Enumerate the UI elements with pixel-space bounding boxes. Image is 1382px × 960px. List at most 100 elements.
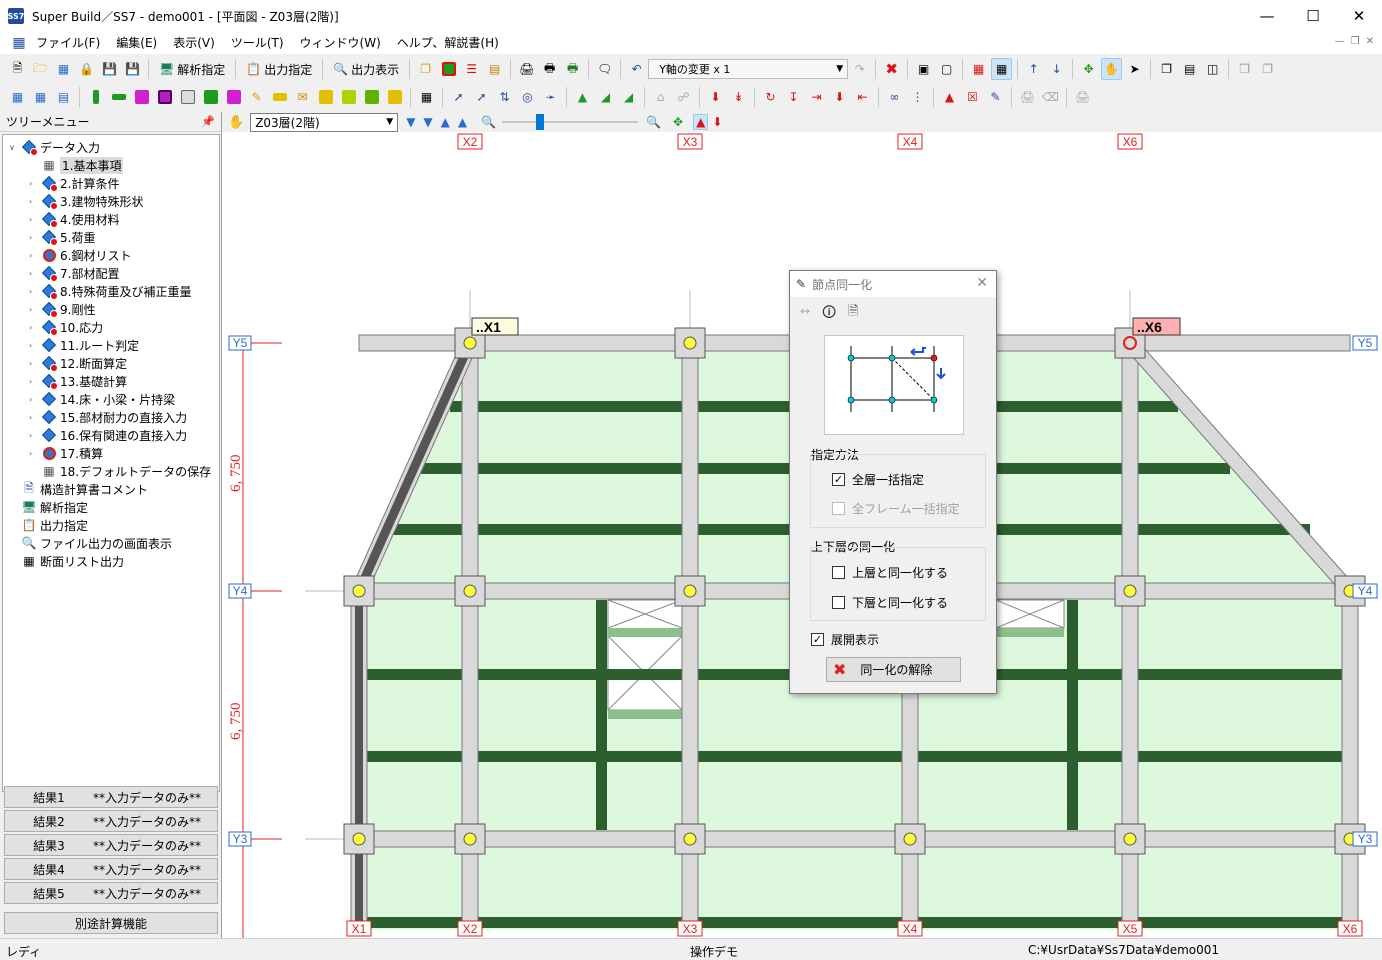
save-all-icon[interactable]: 💾	[122, 58, 143, 80]
tree-item[interactable]: › 4.使用材料	[29, 210, 119, 228]
node[interactable]	[463, 336, 477, 350]
spring-v-icon[interactable]: ⋮	[907, 86, 928, 108]
view-down-icon[interactable]: ⬇	[712, 115, 722, 129]
node-link-icon[interactable]: ➚	[448, 86, 469, 108]
box-green-icon[interactable]	[200, 86, 221, 108]
floor-down-icon[interactable]: ▼	[423, 115, 432, 129]
girder-x6[interactable]	[1341, 590, 1359, 934]
undo-icon[interactable]: ↶	[626, 58, 647, 80]
result-button[interactable]: 結果1 **入力データのみ**	[4, 786, 218, 808]
zoom-out-icon[interactable]: 🔍	[481, 115, 496, 129]
joist[interactable]	[359, 751, 1350, 762]
delete-icon[interactable]: ✖	[881, 58, 902, 80]
print-setup-icon[interactable]: 🖨	[1017, 86, 1038, 108]
separate-calc-button[interactable]: 別途計算機能	[4, 912, 218, 934]
brace-icon[interactable]: ✉	[292, 86, 313, 108]
eraser-icon[interactable]: ⌫	[1040, 86, 1061, 108]
split-v-icon[interactable]: ◫	[1202, 58, 1223, 80]
tree-item[interactable]: ▦ 1.基本事項	[29, 156, 124, 174]
node[interactable]	[463, 584, 477, 598]
node-target-icon[interactable]: ◎	[517, 86, 538, 108]
stair-icon[interactable]	[315, 86, 336, 108]
maximize-button[interactable]: ☐	[1290, 0, 1336, 32]
print-icon[interactable]: 🖨	[516, 58, 537, 80]
beam-icon[interactable]	[108, 86, 129, 108]
open-folder-icon[interactable]: 🗁	[30, 58, 51, 80]
load-floor-icon[interactable]: ⬇	[829, 86, 850, 108]
tree-item[interactable]: › 2.計算条件	[29, 174, 119, 192]
result-button[interactable]: 結果4 **入力データのみ**	[4, 858, 218, 880]
menu-file[interactable]: ファイル(F)	[28, 32, 108, 54]
node[interactable]	[1123, 832, 1137, 846]
node[interactable]	[683, 832, 697, 846]
girder-y3[interactable]	[358, 830, 1351, 848]
tree-item[interactable]: 🔍 ファイル出力の画面表示	[21, 534, 173, 552]
result-button[interactable]: 結果5 **入力データのみ**	[4, 882, 218, 904]
spring-h-icon[interactable]: ∞	[884, 86, 905, 108]
grid-icon[interactable]: ▦	[53, 58, 74, 80]
page-icon[interactable]: 🗎	[848, 302, 858, 324]
floor-bottom-icon[interactable]: ▼	[406, 115, 415, 129]
redo-icon[interactable]: ↷	[849, 58, 870, 80]
menu-view[interactable]: 表示(V)	[165, 32, 223, 54]
stair4-icon[interactable]	[384, 86, 405, 108]
help-icon[interactable]: 🛈	[822, 302, 836, 326]
zoom-in-icon[interactable]: 🔍	[646, 115, 661, 129]
checkbox-unify-upper[interactable]: 上層と同一化する	[832, 564, 948, 581]
mdi-restore-icon[interactable]: ❐	[1351, 36, 1360, 47]
grid-red-icon[interactable]: ▦	[968, 58, 989, 80]
opening-area[interactable]	[607, 599, 683, 711]
joist[interactable]	[596, 600, 607, 830]
corner-icon[interactable]: ◢	[595, 86, 616, 108]
tree-item[interactable]: 📋 出力指定	[21, 516, 89, 534]
comment-icon[interactable]: 🗨	[594, 58, 615, 80]
small-beam[interactable]	[608, 710, 682, 719]
tree-item[interactable]: › 14.床・小梁・片持梁	[29, 390, 175, 408]
small-beam[interactable]	[608, 628, 682, 637]
hand-tool-icon[interactable]: ✋	[228, 115, 244, 130]
node[interactable]	[463, 832, 477, 846]
checkbox-unify-lower-box[interactable]	[832, 596, 845, 609]
zoom-slider-thumb[interactable]	[536, 114, 545, 130]
snap-grid-icon[interactable]: ▦	[991, 58, 1013, 80]
member-grid-icon[interactable]: ▦	[7, 86, 28, 108]
tree-item[interactable]: › 6.鋼材リスト	[29, 246, 131, 264]
view-up-icon[interactable]: ▲	[693, 114, 709, 130]
bracket-icon[interactable]: ◢	[618, 86, 639, 108]
opening-icon[interactable]	[177, 86, 198, 108]
node[interactable]	[903, 832, 917, 846]
result-button[interactable]: 結果3 **入力データのみ**	[4, 834, 218, 856]
app-icon[interactable]: SS7	[8, 8, 24, 24]
export-icon[interactable]: 🖶	[562, 58, 583, 80]
text-down-icon[interactable]: ↓	[1046, 58, 1067, 80]
text-up-icon[interactable]: ↑	[1023, 58, 1044, 80]
cascade-icon[interactable]: ❐	[1234, 58, 1255, 80]
load-point-icon[interactable]: ↧	[783, 86, 804, 108]
list-red-icon[interactable]: ☰	[461, 58, 482, 80]
tree-item[interactable]: › 11.ルート判定	[29, 336, 139, 354]
checkbox-unify-upper-box[interactable]	[832, 566, 845, 579]
frame-grid-icon[interactable]: ▦	[30, 86, 51, 108]
tree-root[interactable]: ∨ データ入力	[9, 138, 100, 156]
support-icon[interactable]: ▲	[572, 86, 593, 108]
tree-item[interactable]: › 17.積算	[29, 444, 103, 462]
girder-x4[interactable]	[901, 689, 919, 934]
tree-item[interactable]: 🖥 解析指定	[21, 498, 88, 516]
load-down-icon[interactable]: ⬇	[705, 86, 726, 108]
tree-item[interactable]: › 16.保有関連の直接入力	[29, 426, 187, 444]
node-diagonal-icon[interactable]: ➛	[540, 86, 561, 108]
close-button[interactable]: ✕	[1336, 0, 1382, 32]
tree-item[interactable]: › 13.基礎計算	[29, 372, 127, 390]
hand-icon[interactable]: ✋	[1101, 58, 1123, 80]
pencil-icon[interactable]: ✎	[246, 86, 267, 108]
node[interactable]	[1123, 584, 1137, 598]
y-axis-select[interactable]: Y軸の変更 x 1 ▼	[648, 59, 849, 79]
node-move-icon[interactable]: ⇅	[494, 86, 515, 108]
tree-item[interactable]: › 5.荷重	[29, 228, 95, 246]
floor-select[interactable]: Z03層(2階) ▼	[250, 112, 399, 132]
box-magenta-icon[interactable]	[223, 86, 244, 108]
load-right-icon[interactable]: ⇥	[806, 86, 827, 108]
new-file-icon[interactable]: 🗎	[7, 58, 28, 80]
checkbox-all-floors-box[interactable]: ✓	[832, 473, 845, 486]
node[interactable]	[352, 832, 366, 846]
